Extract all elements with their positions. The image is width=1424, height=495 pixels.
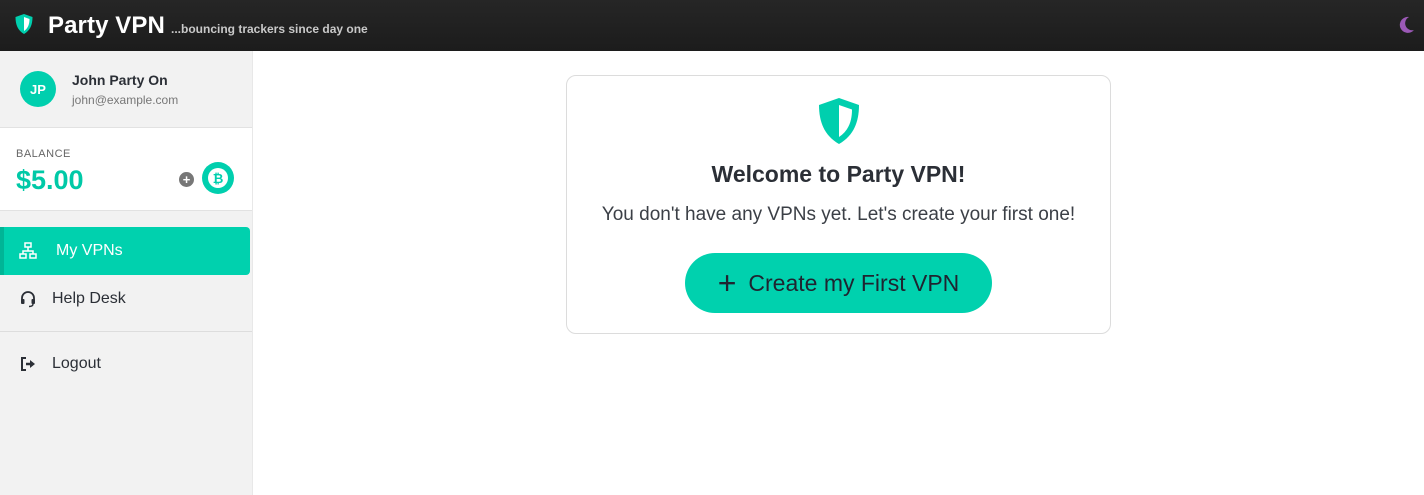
create-first-vpn-label: Create my First VPN xyxy=(748,269,960,296)
sidebar-item-label: Help Desk xyxy=(52,290,126,307)
sidebar: JP John Party On john@example.com BALANC… xyxy=(0,51,253,495)
welcome-subtitle: You don't have any VPNs yet. Let's creat… xyxy=(601,204,1076,225)
sidebar-item-label: My VPNs xyxy=(56,242,123,259)
headset-icon xyxy=(21,291,35,308)
plus-circle-icon[interactable]: + xyxy=(179,172,194,187)
create-first-vpn-button[interactable]: + Create my First VPN xyxy=(685,253,992,313)
bitcoin-symbol: ₿ xyxy=(208,168,228,188)
plus-icon: + xyxy=(717,265,737,301)
balance-label: BALANCE xyxy=(16,148,71,160)
sidebar-item-logout[interactable]: Logout xyxy=(0,340,250,388)
sidebar-item-my-vpns[interactable]: My VPNs xyxy=(0,227,250,275)
balance-card: BALANCE $5.00 + ₿ xyxy=(0,128,252,211)
app-name: Party VPN xyxy=(48,12,165,39)
welcome-card: Welcome to Party VPN! You don't have any… xyxy=(566,75,1111,334)
moon-icon[interactable] xyxy=(1396,15,1416,35)
user-name: John Party On xyxy=(72,72,168,88)
shield-icon xyxy=(819,98,859,144)
app-tagline: ...bouncing trackers since day one xyxy=(171,22,368,36)
top-bar: Party VPN ...bouncing trackers since day… xyxy=(0,0,1424,51)
sidebar-item-label: Logout xyxy=(52,355,101,372)
sidebar-divider xyxy=(0,331,252,332)
shield-icon xyxy=(15,14,33,34)
network-icon xyxy=(19,242,37,259)
welcome-title: Welcome to Party VPN! xyxy=(711,161,966,187)
sidebar-item-help-desk[interactable]: Help Desk xyxy=(0,275,250,323)
user-email: john@example.com xyxy=(72,93,179,107)
balance-value: $5.00 xyxy=(16,165,84,195)
logout-icon xyxy=(21,357,35,371)
bitcoin-icon[interactable]: ₿ xyxy=(202,162,234,194)
avatar: JP xyxy=(20,71,56,107)
user-profile: JP John Party On john@example.com xyxy=(0,51,252,128)
